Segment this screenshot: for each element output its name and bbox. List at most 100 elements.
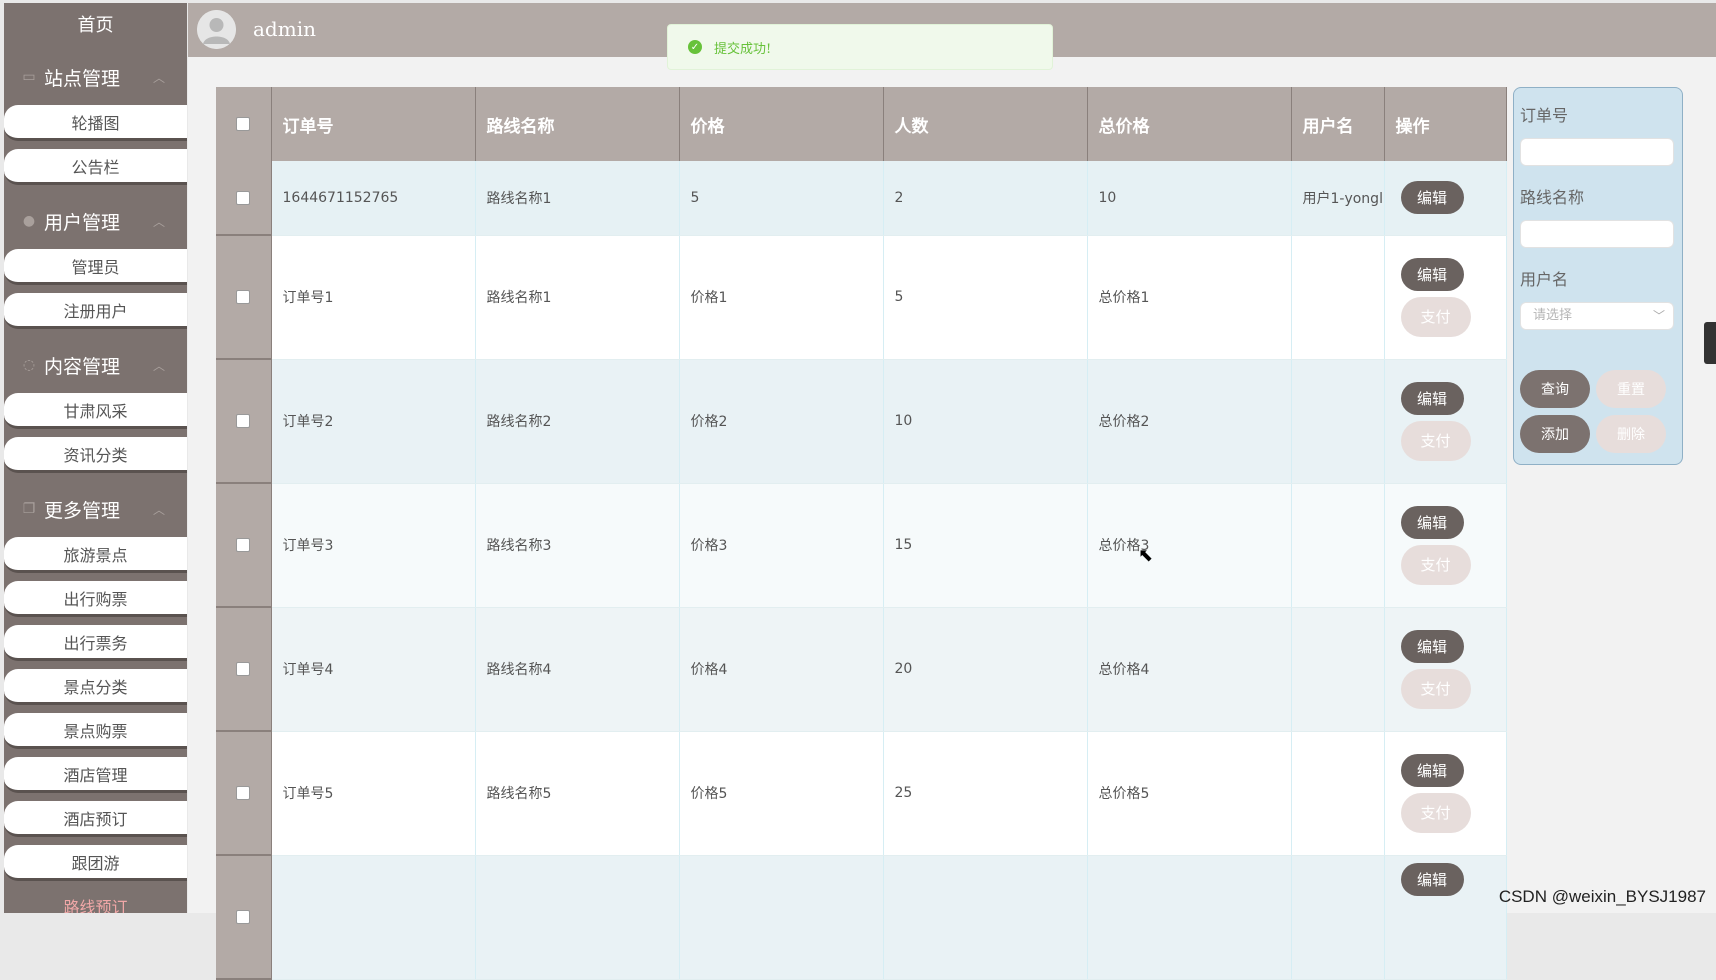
cell-actions: 编辑 支付 [1384, 607, 1507, 732]
cell-order-no: 订单号3 [271, 483, 476, 608]
table-row: 订单号2 路线名称2 价格2 10 总价格2 编辑 支付 [216, 359, 1507, 484]
chevron-up-icon: ︿ [152, 359, 165, 373]
pay-button[interactable]: 支付 [1400, 792, 1471, 833]
cell-total: 总价格5 [1087, 731, 1292, 856]
side-drawer-handle[interactable] [1704, 322, 1716, 364]
sidebar-group-more[interactable]: ❐ 更多管理 ︿ [4, 481, 187, 537]
sidebar-item-carousel[interactable]: 轮播图 [4, 105, 187, 141]
cell-price: 5 [679, 161, 884, 236]
row-checkbox[interactable] [235, 414, 250, 428]
table-row: 1644671152765 路线名称1 5 2 10 用户1-yongl 编辑 [216, 161, 1507, 236]
cell-route [475, 855, 680, 980]
edit-button[interactable]: 编辑 [1400, 862, 1464, 896]
order-no-input[interactable] [1520, 138, 1674, 166]
sidebar-group-content[interactable]: ◌ 内容管理 ︿ [4, 337, 187, 393]
sidebar-item-group-tour[interactable]: 跟团游 [4, 845, 187, 881]
cell-total: 总价格3 [1087, 483, 1292, 608]
cell-people: 25 [883, 731, 1088, 856]
pay-button[interactable]: 支付 [1400, 420, 1471, 461]
cell-user [1291, 607, 1385, 732]
table-row: 订单号4 路线名称4 价格4 20 总价格4 编辑 支付 [216, 607, 1507, 732]
cell-actions: 编辑 [1384, 161, 1507, 236]
sidebar-group-label: 更多管理 [44, 499, 121, 522]
cell-price: 价格5 [679, 731, 884, 856]
row-select-cell[interactable] [216, 235, 272, 360]
edit-button[interactable]: 编辑 [1400, 629, 1464, 663]
username-select[interactable]: 请选择 ﹀ [1520, 302, 1674, 330]
mouse-pointer-icon: ⬉ [1138, 545, 1154, 566]
delete-button[interactable]: 删除 [1596, 415, 1666, 453]
username-label[interactable]: admin [253, 17, 316, 41]
sidebar-item-gansu[interactable]: 甘肃风采 [4, 393, 187, 429]
cell-actions: 编辑 支付 [1384, 731, 1507, 856]
chevron-up-icon: ︿ [152, 503, 165, 517]
cell-actions: 编辑 [1384, 855, 1507, 980]
row-checkbox[interactable] [235, 538, 250, 552]
pay-button[interactable]: 支付 [1400, 296, 1471, 337]
sidebar-group-user[interactable]: ● 用户管理 ︿ [4, 193, 187, 249]
cell-user [1291, 855, 1385, 980]
row-checkbox[interactable] [235, 290, 250, 304]
reset-button[interactable]: 重置 [1596, 370, 1666, 408]
query-button[interactable]: 查询 [1520, 370, 1590, 408]
row-checkbox[interactable] [235, 190, 250, 205]
row-select-cell[interactable] [216, 731, 272, 856]
edit-button[interactable]: 编辑 [1400, 505, 1464, 539]
sidebar-item-travel-tickets[interactable]: 出行购票 [4, 581, 187, 617]
row-select-cell[interactable] [216, 359, 272, 484]
cell-price: 价格2 [679, 359, 884, 484]
sidebar-group-site[interactable]: ▭ 站点管理 ︿ [4, 49, 187, 105]
sidebar-item-admin[interactable]: 管理员 [4, 249, 187, 285]
column-header-total: 总价格 [1087, 87, 1292, 161]
row-select-cell[interactable] [216, 607, 272, 732]
cell-route: 路线名称1 [475, 161, 680, 236]
row-checkbox[interactable] [235, 662, 250, 676]
avatar[interactable] [197, 10, 236, 49]
sidebar-item-news-category[interactable]: 资讯分类 [4, 437, 187, 473]
pay-button[interactable]: 支付 [1400, 544, 1471, 585]
edit-button[interactable]: 编辑 [1400, 257, 1464, 291]
sidebar-item-attractions[interactable]: 旅游景点 [4, 537, 187, 573]
sidebar-item-hotel-booking[interactable]: 酒店预订 [4, 801, 187, 837]
edit-button[interactable]: 编辑 [1400, 381, 1464, 415]
cell-route: 路线名称1 [475, 235, 680, 360]
watermark: CSDN @weixin_BYSJ1987 [1498, 887, 1706, 906]
sidebar-item-registered-users[interactable]: 注册用户 [4, 293, 187, 329]
cell-total: 10 [1087, 161, 1292, 236]
cell-total: 总价格4 [1087, 607, 1292, 732]
sidebar-item-attraction-tickets[interactable]: 景点购票 [4, 713, 187, 749]
column-header-actions: 操作 [1384, 87, 1507, 161]
orders-table: 订单号 路线名称 价格 人数 总价格 用户名 操作 1644671152765 … [216, 87, 1507, 980]
row-select-cell[interactable] [216, 855, 272, 980]
sidebar-item-ticket-service[interactable]: 出行票务 [4, 625, 187, 661]
sidebar-item-attraction-category[interactable]: 景点分类 [4, 669, 187, 705]
sidebar-item-notice[interactable]: 公告栏 [4, 149, 187, 185]
order-no-label: 订单号 [1520, 106, 1569, 125]
column-header-user: 用户名 [1291, 87, 1385, 161]
cell-price: 价格4 [679, 607, 884, 732]
pay-button[interactable]: 支付 [1400, 668, 1471, 709]
edit-button[interactable]: 编辑 [1400, 753, 1464, 787]
route-name-input[interactable] [1520, 220, 1674, 248]
sidebar-item-hotel-management[interactable]: 酒店管理 [4, 757, 187, 793]
cell-people: 5 [883, 235, 1088, 360]
sidebar-item-route-booking[interactable]: 路线预订 [4, 889, 187, 913]
select-all-checkbox[interactable] [235, 117, 250, 131]
sidebar: 首页 ▭ 站点管理 ︿ 轮播图 公告栏 ● 用户管理 ︿ 管理员 注册用户 ◌ … [4, 3, 187, 913]
sidebar-group-label: 站点管理 [44, 67, 121, 90]
monitor-icon: ▭ [22, 69, 36, 85]
row-select-cell[interactable] [216, 161, 272, 236]
cell-route: 路线名称5 [475, 731, 680, 856]
edit-button[interactable]: 编辑 [1400, 181, 1464, 215]
cell-user: 用户1-yongl [1291, 161, 1385, 236]
avatar-icon [197, 10, 236, 49]
row-checkbox[interactable] [235, 910, 250, 924]
row-checkbox[interactable] [235, 786, 250, 800]
sidebar-home-link[interactable]: 首页 [4, 3, 187, 49]
cell-people: 2 [883, 161, 1088, 236]
row-select-cell[interactable] [216, 483, 272, 608]
select-all-cell[interactable] [216, 87, 272, 161]
add-button[interactable]: 添加 [1520, 415, 1590, 453]
cell-route: 路线名称4 [475, 607, 680, 732]
cell-price: 价格1 [679, 235, 884, 360]
